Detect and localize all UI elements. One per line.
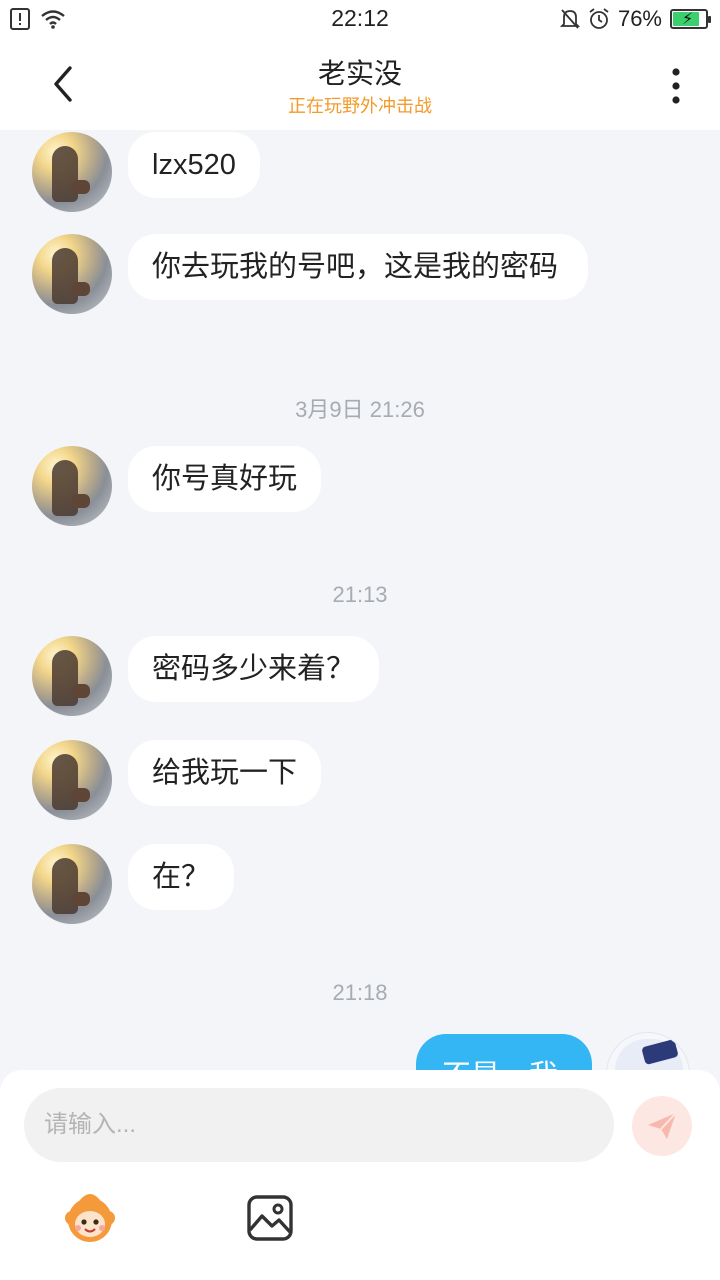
chat-subtitle: 正在玩野外冲击战	[288, 96, 432, 116]
outgoing-message-bubble[interactable]: 不是，我	[416, 1034, 592, 1070]
chat-header: 老实没 正在玩野外冲击战	[0, 38, 720, 130]
more-vertical-icon[interactable]	[664, 66, 688, 106]
contact-avatar[interactable]	[32, 844, 112, 924]
message-timestamp: 3月9日 21:26	[295, 397, 425, 422]
status-bar: 22:12 76% ⚡	[0, 0, 720, 38]
status-right-icons: 76% ⚡	[559, 6, 711, 32]
message-bubble[interactable]: 你号真好玩	[128, 446, 322, 512]
message-list[interactable]: lzx520 你去玩我的号吧，这是我的密码 3月9日 21:26 你号真好玩 2…	[0, 130, 720, 1070]
message-timestamp: 21:18	[332, 980, 388, 1005]
contact-avatar[interactable]	[32, 132, 112, 212]
message-bubble[interactable]: 密码多少来着？	[128, 636, 380, 702]
contact-avatar[interactable]	[32, 740, 112, 820]
emoji-icon[interactable]	[60, 1186, 120, 1246]
chat-title: 老实没	[317, 58, 402, 89]
battery-percent: 76%	[617, 6, 662, 31]
message-bubble[interactable]: 你去玩我的号吧，这是我的密码	[128, 234, 588, 300]
message-bubble[interactable]: 在？	[128, 844, 235, 910]
message-timestamp: 21:13	[332, 582, 388, 607]
message-input[interactable]	[24, 1088, 614, 1162]
message-bubble[interactable]: 给我玩一下	[128, 740, 322, 806]
image-icon[interactable]	[246, 1194, 294, 1242]
alarm-icon	[589, 8, 609, 29]
contact-avatar[interactable]	[32, 636, 112, 716]
send-icon	[648, 1112, 677, 1139]
contact-avatar[interactable]	[32, 446, 112, 526]
charging-icon: ⚡	[682, 11, 694, 28]
my-avatar[interactable]	[606, 1032, 690, 1070]
input-panel	[0, 1070, 720, 1280]
message-bubble[interactable]: lzx520	[128, 132, 260, 198]
battery-icon: ⚡	[670, 9, 711, 29]
mute-bell-icon	[559, 9, 580, 29]
send-button[interactable]	[632, 1096, 692, 1156]
contact-avatar[interactable]	[32, 234, 112, 314]
